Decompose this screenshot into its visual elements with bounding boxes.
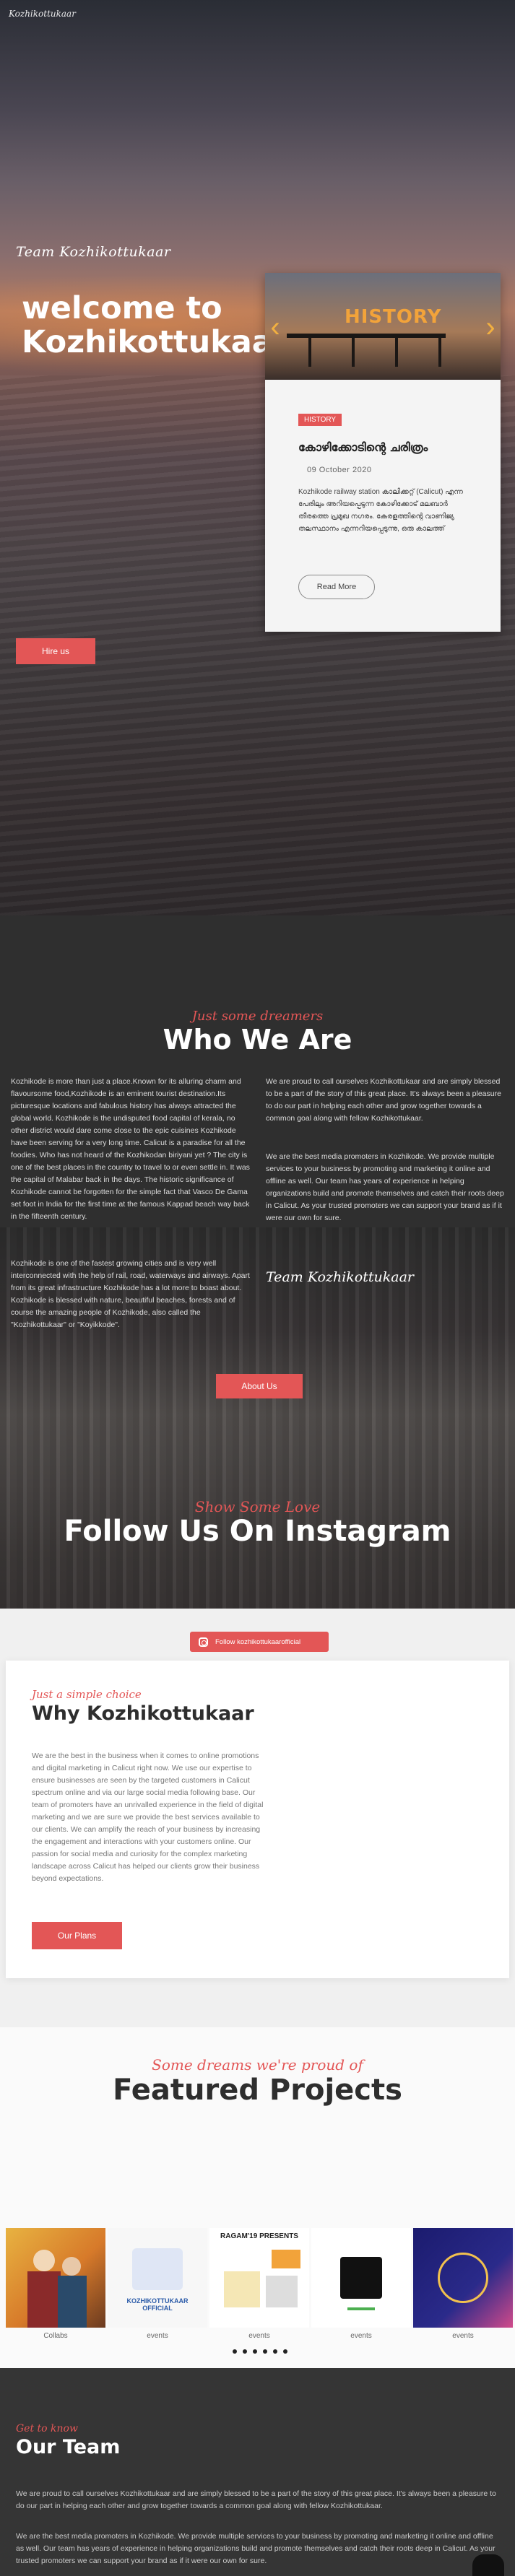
our-plans-button[interactable]: Our Plans: [32, 1922, 122, 1949]
project-thumbnail[interactable]: RAGAM'19 PRESENTS: [209, 2228, 309, 2328]
team-title: Our Team: [16, 2436, 121, 2458]
person-shape: [33, 2250, 55, 2271]
project-label: events: [248, 2332, 270, 2340]
who-subtitle: Just some dreamers: [191, 1009, 324, 1024]
laptop-shape: [132, 2248, 183, 2290]
instagram-icon: [199, 1637, 208, 1647]
top-nav: Kozhikottukaar: [0, 0, 515, 32]
carousel-dot[interactable]: [253, 2349, 257, 2354]
project-caption: RAGAM'19 PRESENTS: [220, 2232, 298, 2240]
follow-instagram-button[interactable]: Follow kozhikottukaarofficial: [190, 1632, 329, 1652]
hero-team-script: Team Kozhikottukaar: [16, 244, 171, 260]
who-right-paragraph-1: We are proud to call ourselves Kozhikott…: [266, 1077, 501, 1123]
chat-widget-icon[interactable]: [472, 2554, 504, 2576]
pier-pillar: [308, 338, 311, 367]
why-text: We are the best in the business when it …: [32, 1752, 264, 1883]
about-us-button[interactable]: About Us: [216, 1374, 303, 1398]
circle-emblem: [438, 2253, 488, 2303]
hero-heading: welcome to Kozhikottukaar...: [22, 290, 319, 360]
project-caption: KOZHIKOTTUKAAR OFFICIAL: [126, 2297, 189, 2312]
carousel-dot[interactable]: [243, 2349, 247, 2354]
who-title: Who We Are: [163, 1024, 352, 1056]
chevron-right-icon[interactable]: ›: [480, 313, 501, 341]
why-title: Why Kozhikottukaar: [32, 1702, 254, 1725]
instagram-subtitle: Show Some Love: [194, 1498, 321, 1515]
site-logo[interactable]: Kozhikottukaar: [9, 9, 76, 19]
person-shape: [27, 2271, 61, 2328]
logo-shape: [340, 2257, 382, 2299]
team-paragraph-2: We are the best media promoters in Kozhi…: [16, 2532, 495, 2565]
person-shape: [58, 2276, 87, 2328]
instagram-title: Follow Us On Instagram: [64, 1515, 451, 1548]
pier-pillar: [352, 338, 355, 367]
project-label: events: [452, 2332, 474, 2340]
hire-us-button[interactable]: Hire us: [16, 638, 95, 664]
post-title[interactable]: കോഴിക്കോടിന്റെ ചരിത്രം: [298, 440, 479, 455]
pier-pillar: [438, 338, 441, 367]
featured-title: Featured Projects: [113, 2074, 402, 2107]
project-label: events: [350, 2332, 372, 2340]
follow-button-label: Follow kozhikottukaarofficial: [215, 1637, 301, 1646]
team-subtitle: Get to know: [16, 2423, 78, 2434]
who-left-paragraph-1: Kozhikode is more than just a place.Know…: [11, 1077, 250, 1221]
project-label: Collabs: [43, 2332, 68, 2340]
project-thumbnail[interactable]: KOZHIKOTTUKAAR OFFICIAL: [108, 2228, 207, 2328]
post-image[interactable]: HISTORY ‹ ›: [265, 273, 501, 380]
post-date: 09 October 2020: [307, 466, 372, 474]
logo-shape: [272, 2250, 300, 2268]
team-signature: Team Kozhikottukaar: [266, 1269, 414, 1285]
carousel-dot[interactable]: [273, 2349, 277, 2354]
project-thumbnail[interactable]: [413, 2228, 513, 2328]
person-shape: [62, 2257, 81, 2276]
read-more-button[interactable]: Read More: [298, 575, 375, 599]
poster-shape: [224, 2271, 260, 2307]
chevron-left-icon[interactable]: ‹: [265, 313, 285, 341]
poster-shape: [266, 2276, 298, 2307]
carousel-dot[interactable]: [283, 2349, 287, 2354]
carousel-dot[interactable]: [263, 2349, 267, 2354]
featured-subtitle: Some dreams we're proud of: [152, 2056, 363, 2074]
post-image-overlay-text: HISTORY: [345, 306, 442, 328]
who-left-paragraph-2: Kozhikode is one of the fastest growing …: [11, 1259, 250, 1329]
project-thumbnail[interactable]: [311, 2228, 411, 2328]
carousel-dots: [233, 2349, 287, 2354]
team-paragraph-1: We are proud to call ourselves Kozhikott…: [16, 2489, 496, 2510]
post-card[interactable]: HISTORY ‹ › HISTORY കോഴിക്കോടിന്റെ ചരിത്…: [265, 273, 501, 632]
carousel-dot[interactable]: [233, 2349, 237, 2354]
why-subtitle: Just a simple choice: [32, 1688, 142, 1701]
who-right-paragraph-2: We are the best media promoters in Kozhi…: [266, 1152, 504, 1222]
project-label: events: [147, 2332, 168, 2340]
accent-bar: [347, 2307, 375, 2310]
post-excerpt: Kozhikode railway station കാലിക്കറ്റ് (C…: [298, 488, 463, 533]
project-thumbnail[interactable]: [6, 2228, 105, 2328]
pier-pillar: [395, 338, 398, 367]
post-category-badge[interactable]: HISTORY: [298, 414, 342, 426]
